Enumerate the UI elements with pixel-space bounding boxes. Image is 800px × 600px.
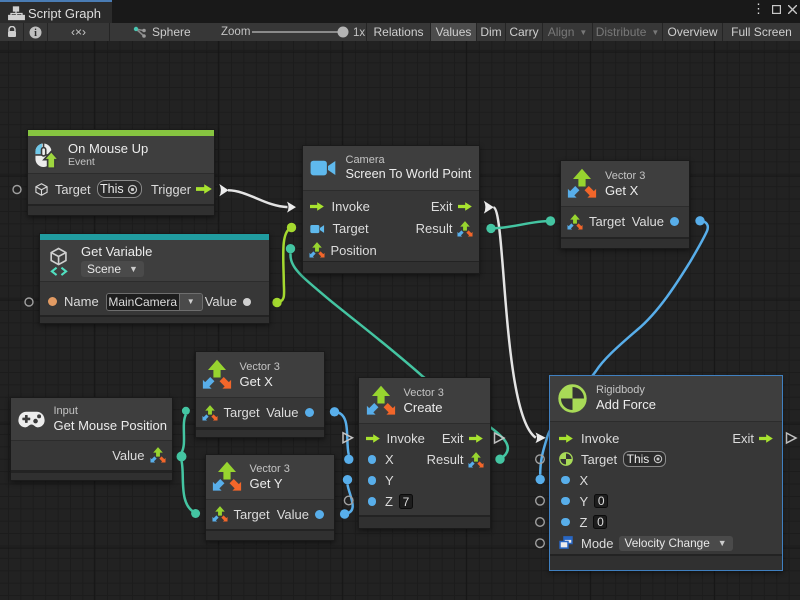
svg-text:1x: 1x	[353, 27, 365, 39]
svg-text:i: i	[34, 28, 37, 39]
